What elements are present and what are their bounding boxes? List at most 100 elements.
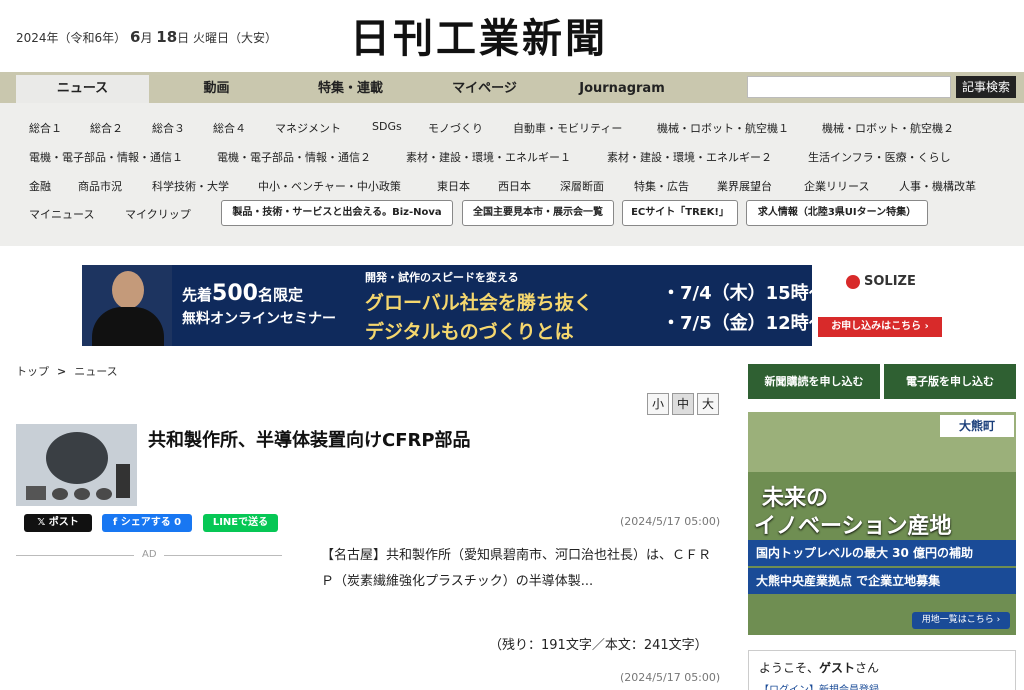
article-timestamp-2: (2024/5/17 05:00) (620, 671, 721, 684)
share-line-button[interactable]: LINEで送る (203, 514, 278, 532)
date-day-unit: 日 (177, 31, 190, 45)
category-link[interactable]: 自動車・モビリティー (513, 120, 622, 136)
category-link[interactable]: 総合１ (29, 120, 62, 136)
date-weekday: 火曜日（大安） (193, 31, 278, 45)
banner-tagline: 開発・試作のスピードを変える (365, 271, 519, 284)
article-timestamp: (2024/5/17 05:00) (620, 515, 721, 528)
tab-video[interactable]: 動画 (150, 75, 283, 103)
article-lead: 【名古屋】共和製作所（愛知県碧南市、河口治也社長）は、ＣＦＲＰ（炭素繊維強化プラ… (303, 543, 723, 595)
date-month-unit: 月 (140, 31, 153, 45)
category-link[interactable]: 素材・建設・環境・エネルギー２ (607, 149, 772, 165)
category-link[interactable]: 科学技術・大学 (152, 178, 229, 194)
ad-divider (16, 555, 134, 556)
search-input[interactable] (747, 76, 951, 98)
tab-features[interactable]: 特集・連載 (284, 75, 417, 103)
welcome-text: ようこそ、ゲストさん (759, 659, 879, 676)
banner-apply-button[interactable]: お申し込みはこちら › (818, 317, 942, 337)
breadcrumb-current[interactable]: ニュース (74, 365, 117, 378)
category-link[interactable]: 中小・ベンチャー・中小政策 (258, 178, 401, 194)
category-link[interactable]: 素材・建設・環境・エネルギー１ (406, 149, 571, 165)
welcome-prefix: ようこそ、 (759, 661, 820, 675)
category-nav: 総合１ 総合２ 総合３ 総合４ マネジメント SDGs モノづくり 自動車・モビ… (0, 103, 1024, 246)
speaker-photo (82, 265, 172, 346)
tab-news[interactable]: ニュース (16, 75, 149, 103)
banner-offer-prefix: 先着 (182, 286, 213, 304)
login-link[interactable]: 【ログイン】新規会員登録 (759, 681, 879, 690)
my-news-link[interactable]: マイニュース (29, 206, 94, 222)
category-link[interactable]: 電機・電子部品・情報・通信２ (217, 149, 371, 165)
tab-journagram[interactable]: Journagram (552, 75, 692, 103)
welcome-suffix: さん (855, 661, 880, 675)
ad-divider (164, 555, 282, 556)
banner-offer-suffix: 名限定 (257, 286, 303, 304)
category-link[interactable]: 金融 (29, 178, 51, 194)
category-link[interactable]: 西日本 (498, 178, 531, 194)
banner-brand-panel: SOLIZE お申し込みはこちら › (812, 265, 949, 346)
welcome-box: ようこそ、ゲストさん 【ログイン】新規会員登録 (748, 650, 1016, 690)
share-x-button[interactable]: 𝕏 ポスト (24, 514, 92, 532)
tab-mypage[interactable]: マイページ (418, 75, 551, 103)
current-date: 2024年（令和6年） 6月 18日 火曜日（大安） (16, 28, 277, 46)
category-link[interactable]: モノづくり (428, 120, 483, 136)
category-link[interactable]: 企業リリース (804, 178, 869, 194)
category-link[interactable]: 人事・機構改革 (899, 178, 976, 194)
okuma-town-ad[interactable]: 大熊町 未来の イノベーション産地 国内トップレベルの最大 30 億円の補助 大… (748, 412, 1016, 635)
banner-offer: 先着500名限定 無料オンラインセミナー (182, 281, 336, 328)
breadcrumb-home[interactable]: トップ (16, 365, 49, 378)
category-link[interactable]: 総合４ (213, 120, 246, 136)
solize-logo: SOLIZE (846, 274, 916, 289)
ec-site-button[interactable]: ECサイト「TREK!」 (622, 200, 738, 226)
category-link[interactable]: 総合３ (152, 120, 185, 136)
category-link[interactable]: 生活インフラ・医療・くらし (808, 149, 951, 165)
subscribe-newspaper-button[interactable]: 新聞購読を申し込む (748, 364, 880, 399)
category-link[interactable]: 深層断面 (560, 178, 604, 194)
biz-nova-button[interactable]: 製品・技術・サービスと出会える。Biz-Nova (221, 200, 453, 226)
remaining-char-count: （残り：191文字／本文：241文字） (489, 638, 708, 653)
banner-headline-line2: デジタルものづくりとは (365, 321, 574, 343)
date-prefix: 2024年（令和6年） (16, 31, 127, 45)
welcome-guest-name: ゲスト (819, 661, 856, 675)
seminar-banner-ad[interactable]: 先着500名限定 無料オンラインセミナー 開発・試作のスピードを変える グローバ… (82, 265, 949, 346)
site-logo[interactable]: 日刊工業新聞 (350, 6, 608, 64)
ad-recruit-band: 大熊中央産業拠点 で企業立地募集 (748, 568, 1016, 594)
category-link[interactable]: 機械・ロボット・航空機２ (822, 120, 954, 136)
banner-date-2: ・7/5（金）12時〜 (662, 313, 827, 334)
banner-headline-line1: グローバル社会を勝ち抜く (365, 292, 593, 314)
category-link[interactable]: マネジメント (275, 120, 341, 136)
ad-headline-2: イノベーション産地 (754, 514, 952, 539)
subscribe-digital-button[interactable]: 電子版を申し込む (884, 364, 1016, 399)
my-clip-link[interactable]: マイクリップ (125, 206, 191, 222)
ad-subsidy-band: 国内トップレベルの最大 30 億円の補助 (748, 540, 1016, 566)
category-link[interactable]: 電機・電子部品・情報・通信１ (29, 149, 183, 165)
article-thumbnail[interactable] (16, 424, 137, 506)
banner-dates: ・7/4（木）15時〜 ・7/5（金）12時〜 (662, 279, 827, 339)
share-facebook-button[interactable]: f シェアする 0 (102, 514, 192, 532)
breadcrumb: トップ > ニュース (16, 363, 118, 379)
banner-offer-type: 無料オンラインセミナー (182, 311, 336, 327)
category-link[interactable]: 総合２ (90, 120, 123, 136)
date-day: 18 (156, 28, 178, 46)
category-link[interactable]: 機械・ロボット・航空機１ (657, 120, 789, 136)
site-header: 2024年（令和6年） 6月 18日 火曜日（大安） 日刊工業新聞 (0, 0, 1024, 72)
breadcrumb-separator: > (57, 365, 67, 378)
ad-label: AD (142, 549, 157, 560)
job-info-button[interactable]: 求人情報（北陸3県UIターン特集） (746, 200, 928, 226)
category-link[interactable]: 業界展望台 (717, 178, 772, 194)
article-lead-text: 【名古屋】共和製作所（愛知県碧南市、河口治也社長）は、ＣＦＲＰ（炭素繊維強化プラ… (321, 548, 712, 589)
font-size-small-button[interactable]: 小 (647, 393, 669, 415)
search-button[interactable]: 記事検索 (956, 76, 1016, 98)
trade-show-button[interactable]: 全国主要見本市・展示会一覧 (462, 200, 614, 226)
banner-date-1: ・7/4（木）15時〜 (662, 283, 827, 304)
date-month: 6 (130, 28, 141, 46)
banner-headline: 開発・試作のスピードを変える グローバル社会を勝ち抜く デジタルものづくりとは (365, 269, 665, 343)
category-link[interactable]: 特集・広告 (634, 178, 689, 194)
font-size-large-button[interactable]: 大 (697, 393, 719, 415)
ad-land-list-button[interactable]: 用地一覧はこちら › (912, 612, 1010, 629)
banner-offer-number: 500 (212, 281, 258, 306)
category-link[interactable]: 東日本 (437, 178, 470, 194)
category-link[interactable]: SDGs (372, 120, 402, 133)
main-nav: ニュース 動画 特集・連載 マイページ Journagram 記事検索 (0, 72, 1024, 103)
category-link[interactable]: 商品市況 (78, 178, 122, 194)
okuma-logo: 大熊町 (940, 415, 1014, 437)
font-size-medium-button[interactable]: 中 (672, 393, 694, 415)
